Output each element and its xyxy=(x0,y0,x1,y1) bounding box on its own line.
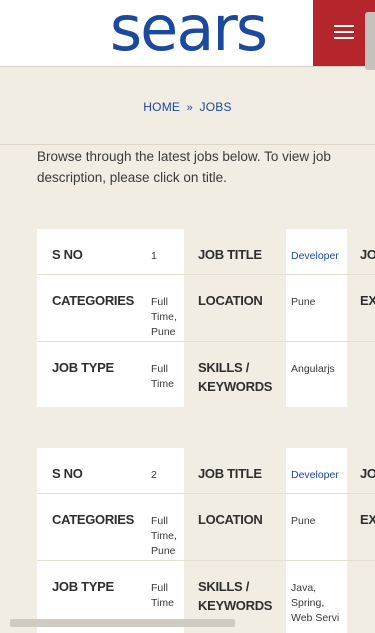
skills-value: Java, Spring, Web Servi xyxy=(291,582,340,624)
breadcrumb-jobs-link[interactable]: JOBS xyxy=(200,100,232,114)
job-card: S NO 1 JOB TITLE Developer JO CATEGORIES… xyxy=(37,229,375,407)
double-chevron-right-icon: » xyxy=(186,102,193,114)
breadcrumb: HOME » JOBS xyxy=(0,100,375,114)
skills-label: SKILLS / KEYWORDS xyxy=(198,579,273,613)
location-label: LOCATION xyxy=(198,293,263,308)
sno-label: S NO xyxy=(52,466,83,481)
experience-label-truncated: EX xyxy=(360,512,375,527)
experience-label-truncated: EX xyxy=(360,293,375,308)
job-title-label: JOB TITLE xyxy=(198,466,262,481)
intro-text: Browse through the latest jobs below. To… xyxy=(37,149,331,185)
job-type-label: JOB TYPE xyxy=(52,360,114,375)
categories-label: CATEGORIES xyxy=(52,293,134,308)
side-drawer-tab[interactable] xyxy=(365,12,375,70)
sears-logo[interactable]: sears xyxy=(93,0,283,60)
job-type-label-truncated: JO xyxy=(360,247,375,262)
hamburger-icon xyxy=(334,25,354,39)
job-title-label: JOB TITLE xyxy=(198,247,262,262)
job-title-link[interactable]: Developer xyxy=(291,249,347,264)
skills-value: Angularjs xyxy=(291,363,335,375)
site-header: sears xyxy=(0,0,375,67)
sno-label: S NO xyxy=(52,247,83,262)
job-card: S NO 2 JOB TITLE Developer JO CATEGORIES… xyxy=(37,448,375,633)
location-value: Pune xyxy=(291,296,316,308)
horizontal-scrollbar[interactable] xyxy=(10,619,235,627)
job-type-label-truncated: JO xyxy=(360,466,375,481)
section-divider xyxy=(0,144,375,145)
job-row-categories: CATEGORIES Full Time, Pune LOCATION Pune… xyxy=(37,494,375,561)
job-row-sno: S NO 2 JOB TITLE Developer JO xyxy=(37,448,375,494)
location-value: Pune xyxy=(291,515,316,527)
location-label: LOCATION xyxy=(198,512,263,527)
skills-label: SKILLS / KEYWORDS xyxy=(198,360,273,394)
job-title-link[interactable]: Developer xyxy=(291,468,347,483)
job-row-sno: S NO 1 JOB TITLE Developer JO xyxy=(37,229,375,275)
job-type-label: JOB TYPE xyxy=(52,579,114,594)
job-row-jobtype: JOB TYPE Full Time SKILLS / KEYWORDS Ang… xyxy=(37,342,375,407)
categories-label: CATEGORIES xyxy=(52,512,134,527)
job-row-categories: CATEGORIES Full Time, Pune LOCATION Pune… xyxy=(37,275,375,342)
breadcrumb-home-link[interactable]: HOME xyxy=(143,100,180,114)
